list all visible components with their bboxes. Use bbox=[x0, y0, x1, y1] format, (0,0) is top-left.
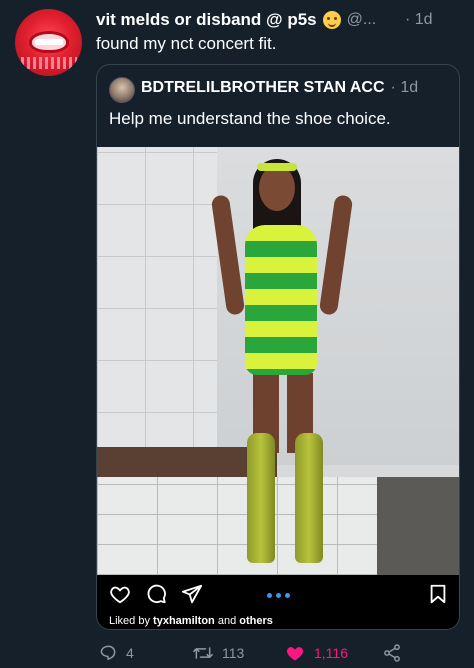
comment-icon[interactable] bbox=[145, 583, 167, 605]
author-handle[interactable]: @... bbox=[347, 11, 377, 29]
retweet-icon bbox=[193, 647, 213, 659]
liked-by-prefix: Liked by bbox=[109, 615, 150, 627]
heart-filled-icon bbox=[286, 647, 304, 661]
liked-by-others[interactable]: others bbox=[239, 615, 273, 627]
tweet-actions: 4 113 1,116 bbox=[96, 640, 460, 666]
retweet-count: 113 bbox=[222, 645, 245, 661]
carousel-dot bbox=[276, 593, 281, 598]
person-right-boot bbox=[295, 433, 323, 563]
person-striped-dress bbox=[245, 225, 317, 375]
liked-by-user[interactable]: tyxhamilton bbox=[153, 615, 215, 627]
like-button[interactable]: 1,116 bbox=[284, 640, 348, 666]
tweet-header: vit melds or disband @ p5s @... bbox=[96, 9, 376, 31]
retweet-button[interactable]: 113 bbox=[192, 640, 244, 666]
instagram-action-bar: Liked by tyxhamilton and others bbox=[97, 575, 459, 629]
bookmark-icon[interactable] bbox=[427, 583, 449, 605]
instagram-icons bbox=[109, 583, 203, 605]
liked-by-and: and bbox=[217, 615, 237, 627]
share-button[interactable] bbox=[382, 640, 402, 666]
quoted-tweet[interactable]: BDTRELILBROTHER STAN ACC · 1d Help me un… bbox=[96, 64, 460, 630]
share-nodes-icon bbox=[384, 644, 400, 662]
tweet-text: found my nct concert fit. bbox=[96, 34, 277, 53]
quoted-tweet-photo[interactable] bbox=[97, 147, 459, 575]
carousel-dots bbox=[267, 593, 290, 598]
like-count: 1,116 bbox=[314, 645, 348, 661]
author-avatar[interactable] bbox=[15, 9, 82, 76]
reply-icon bbox=[100, 645, 116, 660]
person-left-boot bbox=[247, 433, 275, 563]
heart-outline-icon[interactable] bbox=[109, 583, 131, 605]
person-head bbox=[259, 165, 295, 211]
reply-count: 4 bbox=[126, 645, 134, 661]
photo-tiled-wall bbox=[97, 147, 217, 465]
avatar-teeth-art bbox=[35, 39, 63, 45]
emoji-face-icon bbox=[322, 11, 341, 29]
photo-person bbox=[207, 155, 357, 565]
tweet[interactable]: vit melds or disband @ p5s @... · 1d fou… bbox=[0, 0, 474, 668]
tweet-timestamp[interactable]: · 1d bbox=[405, 9, 433, 31]
quoted-tweet-text: Help me understand the shoe choice. bbox=[109, 109, 391, 128]
avatar-dots-art bbox=[21, 57, 77, 69]
quoted-tweet-header: BDTRELILBROTHER STAN ACC · 1d bbox=[141, 79, 418, 97]
photo-dark-floor bbox=[377, 477, 459, 575]
person-right-arm bbox=[318, 194, 354, 316]
liked-by-text: Liked by tyxhamilton and others bbox=[109, 615, 273, 627]
person-headband bbox=[257, 163, 297, 171]
quoted-author-name[interactable]: BDTRELILBROTHER STAN ACC bbox=[141, 79, 385, 97]
carousel-dot-active bbox=[267, 593, 272, 598]
person-left-arm bbox=[210, 194, 246, 316]
quoted-tweet-timestamp[interactable]: · 1d bbox=[391, 79, 419, 97]
reply-button[interactable]: 4 bbox=[98, 640, 134, 666]
quoted-author-avatar[interactable] bbox=[109, 77, 135, 103]
share-icon[interactable] bbox=[181, 583, 203, 605]
carousel-dot bbox=[285, 593, 290, 598]
author-display-name[interactable]: vit melds or disband @ p5s bbox=[96, 10, 317, 30]
